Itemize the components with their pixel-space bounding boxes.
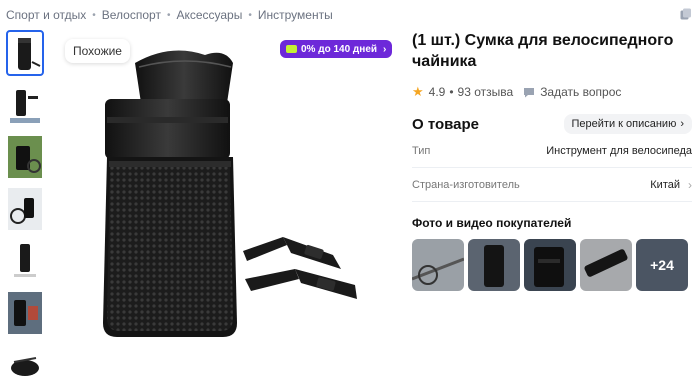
product-info: (1 шт.) Сумка для велосипедного чайника …: [412, 30, 692, 291]
buyer-photo-3[interactable]: [524, 239, 576, 291]
buyer-photos-strip: +24: [412, 239, 692, 291]
star-icon: ★: [412, 84, 424, 99]
breadcrumb-separator: •: [92, 9, 96, 21]
spec-key: Страна-изготовитель: [412, 178, 520, 191]
card-icon: [286, 45, 297, 53]
chevron-right-icon: ›: [688, 177, 692, 192]
thumbnail-7[interactable]: [6, 342, 44, 388]
go-to-description-button[interactable]: Перейти к описанию ›: [563, 114, 692, 134]
thumbnail-5[interactable]: [6, 238, 44, 284]
thumbnail-4[interactable]: [6, 186, 44, 232]
similar-products-chip[interactable]: Похожие: [65, 39, 130, 63]
thumbnail-2[interactable]: [6, 82, 44, 128]
thumbnail-3[interactable]: [6, 134, 44, 180]
spec-row-country[interactable]: Страна-изготовитель Китай ›: [412, 168, 692, 202]
ask-question-button[interactable]: Задать вопрос: [523, 85, 621, 99]
spec-value: Китай: [650, 178, 680, 191]
thumbnail-6[interactable]: [6, 290, 44, 336]
buyer-photo-1[interactable]: [412, 239, 464, 291]
breadcrumb-item-accessories[interactable]: Аксессуары: [176, 8, 242, 22]
rating-value[interactable]: 4.9: [429, 85, 446, 99]
main-product-image[interactable]: [55, 33, 390, 388]
breadcrumb-separator: •: [248, 9, 252, 21]
breadcrumb-item-tools[interactable]: Инструменты: [258, 8, 333, 22]
go-to-description-label: Перейти к описанию: [571, 118, 677, 130]
breadcrumb-separator: •: [166, 9, 171, 21]
rating-row: ★ 4.9 • 93 отзыва Задать вопрос: [412, 84, 692, 100]
ask-question-label: Задать вопрос: [540, 85, 622, 99]
installment-label: 0% до 140 дней: [301, 43, 378, 55]
thumbnail-strip: [6, 30, 46, 391]
breadcrumb-item-sport[interactable]: Спорт и отдых: [6, 8, 86, 22]
more-photos-tile[interactable]: +24: [636, 239, 688, 291]
installment-badge[interactable]: 0% до 140 дней ›: [280, 40, 393, 58]
spec-value-wrap: Китай ›: [650, 178, 692, 192]
chevron-right-icon: ›: [383, 43, 387, 55]
chat-icon: [524, 87, 535, 97]
buyer-photo-2[interactable]: [468, 239, 520, 291]
about-header: О товаре Перейти к описанию ›: [412, 114, 692, 134]
about-title: О товаре: [412, 115, 480, 133]
thumbnail-1[interactable]: [6, 30, 44, 76]
buyer-photo-4[interactable]: [580, 239, 632, 291]
spec-row-type: Тип Инструмент для велосипеда: [412, 134, 692, 168]
chevron-right-icon: ›: [680, 118, 684, 130]
buyer-photos-title: Фото и видео покупателей: [412, 216, 572, 230]
more-photos-count: +24: [650, 257, 674, 273]
spec-key: Тип: [412, 144, 431, 157]
product-title: (1 шт.) Сумка для велосипедного чайника: [412, 32, 674, 70]
rating-separator: •: [449, 85, 454, 99]
breadcrumb-item-cycling[interactable]: Велоспорт: [102, 8, 161, 22]
spec-value: Инструмент для велосипеда: [546, 144, 692, 157]
breadcrumb: Спорт и отдых • Велоспорт • Аксессуары •…: [6, 8, 333, 22]
reviews-link[interactable]: 93 отзыва: [458, 85, 514, 99]
copy-icon[interactable]: [680, 8, 692, 20]
